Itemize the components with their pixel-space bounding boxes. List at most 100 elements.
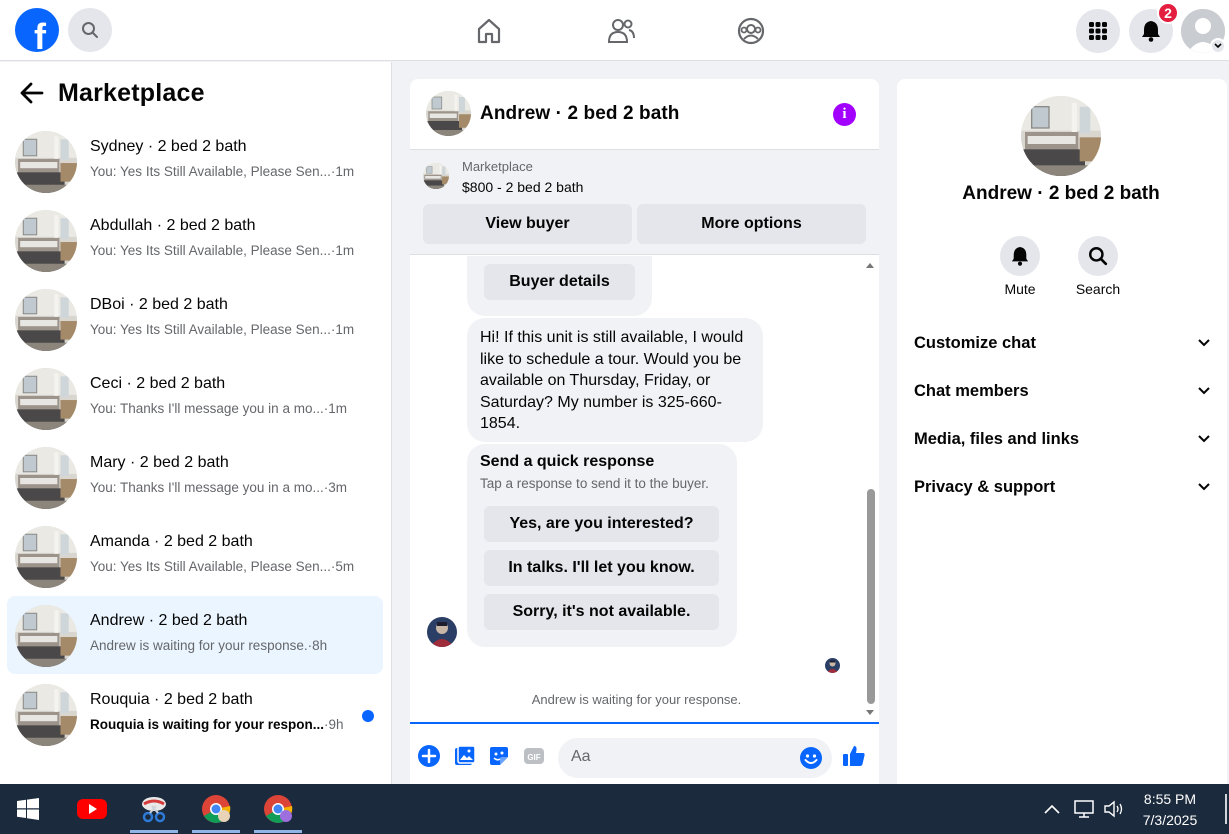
listing-price-title: $800 - 2 bed 2 bath	[462, 179, 584, 195]
chevron-down-icon	[1214, 43, 1222, 49]
chevron-down-icon	[1198, 339, 1210, 347]
message-scrollbar[interactable]	[864, 256, 876, 722]
svg-text:GIF: GIF	[527, 753, 540, 762]
conversation-snippet: Rouquia is waiting for your respon... ·9h	[90, 717, 344, 732]
account-menu-chevron[interactable]	[1210, 38, 1226, 54]
taskbar-youtube[interactable]	[66, 784, 118, 834]
chat-title[interactable]: Andrew · 2 bed 2 bath	[480, 103, 680, 125]
section-customize-chat[interactable]: Customize chat	[914, 327, 1210, 359]
taskbar-chrome-profile-1[interactable]	[190, 784, 242, 834]
taskbar-snipping-tool[interactable]	[128, 784, 180, 834]
plus-circle-icon	[418, 745, 440, 767]
scroll-up-arrow-icon[interactable]	[865, 261, 875, 269]
search-icon	[1089, 247, 1108, 266]
section-label: Media, files and links	[914, 429, 1080, 448]
search-button[interactable]	[68, 8, 112, 52]
buyer-message-text: Hi! If this unit is still available, I w…	[480, 329, 744, 432]
conversation-avatar	[15, 368, 77, 430]
show-desktop-button[interactable]	[1225, 794, 1227, 824]
quick-response-subtitle: Tap a response to send it to the buyer.	[480, 476, 709, 491]
network-icon[interactable]	[1073, 799, 1095, 819]
sender-avatar[interactable]	[427, 617, 457, 647]
start-button[interactable]	[2, 784, 54, 834]
conversation-snippet: Andrew is waiting for your response. ·8h	[90, 638, 327, 653]
windows-logo-icon	[17, 798, 39, 820]
conversation-name: Rouquia · 2 bed 2 bath	[90, 691, 253, 708]
message-input-container	[558, 738, 832, 778]
snippet-text: You: Yes Its Still Available, Please Sen…	[90, 559, 331, 574]
facebook-logo-icon[interactable]: f	[15, 8, 59, 52]
scrollbar-thumb[interactable]	[867, 489, 875, 704]
chevron-down-icon	[1198, 483, 1210, 491]
add-attachment-button[interactable]	[417, 744, 441, 768]
quick-response-option[interactable]: Sorry, it's not available.	[484, 594, 719, 630]
youtube-icon	[77, 799, 107, 819]
conversation-item[interactable]: DBoi · 2 bed 2 bath You: Yes Its Still Av…	[7, 280, 383, 358]
conversation-name: Andrew · 2 bed 2 bath	[90, 612, 248, 629]
info-icon[interactable]: i	[833, 103, 856, 126]
scroll-down-arrow-icon[interactable]	[865, 709, 875, 717]
conversation-item[interactable]: Amanda · 2 bed 2 bath You: Yes Its Still …	[7, 517, 383, 595]
menu-button[interactable]	[1076, 9, 1120, 53]
taskbar-chrome-profile-2[interactable]	[252, 784, 304, 834]
conversation-snippet: You: Yes Its Still Available, Please Sen…	[90, 559, 354, 574]
snippet-time: ·3m	[323, 480, 347, 495]
section-label: Chat members	[914, 381, 1029, 400]
grid-menu-icon	[1089, 22, 1107, 40]
home-icon	[477, 18, 501, 44]
listing-source: Marketplace	[462, 159, 533, 174]
contact-avatar[interactable]	[1021, 96, 1101, 176]
chevron-down-icon	[1198, 435, 1210, 443]
search-conversation-action[interactable]: Search	[1068, 236, 1128, 297]
quick-response-title: Send a quick response	[480, 453, 655, 470]
back-arrow-icon[interactable]	[20, 82, 44, 104]
gif-button[interactable]: GIF	[522, 744, 546, 768]
nav-home-tab[interactable]	[461, 12, 517, 50]
chat-header: Andrew · 2 bed 2 bath i	[410, 79, 879, 150]
conversation-avatar	[15, 526, 77, 588]
conversation-item[interactable]: Sydney · 2 bed 2 bath You: Yes Its Still …	[7, 122, 383, 200]
thumbs-up-icon	[843, 746, 865, 766]
bell-icon	[1142, 21, 1160, 42]
snippet-time: ·8h	[307, 638, 328, 653]
conversation-item[interactable]: Andrew · 2 bed 2 bath Andrew is waiting f…	[7, 596, 383, 674]
conversation-item[interactable]: Mary · 2 bed 2 bath You: Thanks I'll mess…	[7, 438, 383, 516]
message-input[interactable]	[571, 748, 791, 766]
snippet-text: You: Thanks I'll message you in a mo...	[90, 401, 324, 416]
chevron-up-icon[interactable]	[1043, 803, 1061, 815]
chat-avatar[interactable]	[426, 91, 471, 136]
conversation-name: Amanda · 2 bed 2 bath	[90, 533, 253, 550]
gif-icon: GIF	[524, 748, 544, 764]
taskbar-clock[interactable]: 8:55 PM 7/3/2025	[1120, 789, 1220, 831]
snipping-tool-icon	[142, 797, 166, 823]
photo-icon	[455, 745, 476, 765]
nav-groups-tab[interactable]	[723, 12, 779, 50]
sticker-button[interactable]	[487, 744, 511, 768]
conversation-item[interactable]: Abdullah · 2 bed 2 bath You: Yes Its Stil…	[7, 201, 383, 279]
conversation-item[interactable]: Ceci · 2 bed 2 bath You: Thanks I'll mess…	[7, 359, 383, 437]
snippet-time: ·9h	[324, 717, 344, 732]
snippet-text: You: Yes Its Still Available, Please Sen…	[90, 322, 331, 337]
conversation-avatar	[15, 605, 77, 667]
section-chat-members[interactable]: Chat members	[914, 375, 1210, 407]
quick-response-option[interactable]: In talks. I'll let you know.	[484, 550, 719, 586]
view-buyer-button[interactable]: View buyer	[423, 204, 632, 244]
mute-label: Mute	[1004, 281, 1036, 297]
attach-photo-button[interactable]	[453, 744, 477, 768]
more-options-button[interactable]: More options	[637, 204, 866, 244]
section-media-files-links[interactable]: Media, files and links	[914, 423, 1210, 455]
quick-response-card: Send a quick response Tap a response to …	[467, 444, 737, 647]
conversation-item[interactable]: Rouquia · 2 bed 2 bath Rouquia is waiting…	[7, 675, 383, 753]
nav-friends-tab[interactable]	[593, 12, 649, 50]
quick-response-option[interactable]: Yes, are you interested?	[484, 506, 719, 542]
section-privacy-support[interactable]: Privacy & support	[914, 471, 1210, 503]
windows-taskbar: 8:55 PM 7/3/2025	[0, 784, 1229, 834]
snippet-text: You: Yes Its Still Available, Please Sen…	[90, 164, 331, 179]
conversation-name: Ceci · 2 bed 2 bath	[90, 375, 226, 392]
buyer-details-button[interactable]: Buyer details	[484, 264, 635, 300]
conversation-avatar	[15, 289, 77, 351]
friends-icon	[607, 19, 635, 43]
send-like-button[interactable]	[842, 744, 866, 768]
mute-action[interactable]: Mute	[990, 236, 1050, 297]
emoji-icon[interactable]	[799, 746, 823, 770]
